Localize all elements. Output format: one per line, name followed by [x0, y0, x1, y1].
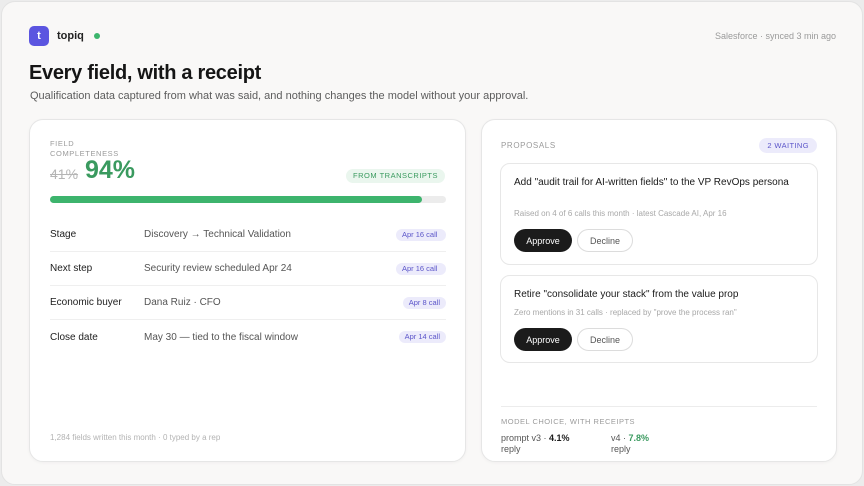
page-subtitle: Qualification data captured from what wa…: [30, 90, 529, 102]
field-label: Next step: [50, 263, 93, 274]
online-status-dot-icon: [93, 33, 100, 39]
field-label: Stage: [50, 229, 77, 240]
decline-button[interactable]: Decline: [577, 328, 633, 351]
field-row-next-step[interactable]: Next step Security review scheduled Apr …: [50, 252, 446, 286]
model-name: v4 ·: [611, 433, 627, 443]
model-metric-unit: reply: [501, 444, 521, 454]
proposal-item: Add "audit trail for AI-written fields" …: [500, 163, 818, 265]
field-label: Close date: [50, 331, 98, 343]
previous-completeness: 41%: [50, 166, 79, 182]
waiting-count-badge: 2 WAITING: [759, 138, 817, 153]
model-reply-rate: 7.8%: [628, 433, 650, 443]
fields-written-footnote: 1,284 fields written this month · 0 type…: [50, 433, 221, 442]
proposal-item: Retire "consolidate your stack" from the…: [500, 275, 818, 363]
model-choice-b: v4 · 7.8% reply: [611, 433, 649, 455]
field-row-economic-buyer[interactable]: Economic buyer Dana Ruiz · CFO Apr 8 cal…: [50, 286, 446, 320]
completeness-progress-bar: [50, 196, 446, 203]
field-row-close-date[interactable]: Close date May 30 — tied to the fiscal w…: [50, 320, 446, 354]
field-value: Security review scheduled Apr 24: [144, 263, 292, 274]
brand: t topiq: [29, 26, 100, 46]
model-choice-label: MODEL CHOICE, WITH RECEIPTS: [501, 417, 636, 426]
proposal-meta: Raised on 4 of 6 calls this month · late…: [514, 209, 727, 218]
app-window: t topiq Salesforce · synced 3 min ago Ev…: [1, 1, 863, 485]
proposal-actions: Approve Decline: [514, 328, 633, 351]
current-completeness: 94%: [85, 156, 136, 184]
model-reply-rate: 4.1%: [549, 433, 570, 443]
field-list: Stage Discovery → Technical Validation A…: [50, 218, 446, 354]
call-receipt-badge[interactable]: Apr 16 call: [396, 228, 446, 241]
model-name: prompt v3 ·: [501, 433, 547, 443]
proposal-meta: Zero mentions in 31 calls · replaced by …: [514, 308, 737, 317]
call-receipt-badge[interactable]: Apr 16 call: [396, 262, 446, 275]
field-value: Dana Ruiz · CFO: [144, 297, 221, 308]
source-badge: FROM TRANSCRIPTS: [346, 169, 445, 183]
completeness-progress-fill: [50, 196, 423, 203]
field-completeness-card: FIELD COMPLETENESS 41% 94% FROM TRANSCRI…: [29, 119, 466, 462]
model-choice-a: prompt v3 · 4.1% reply: [501, 433, 570, 455]
brand-name: topiq: [57, 30, 84, 42]
proposals-label: PROPOSALS: [501, 141, 556, 150]
approve-button[interactable]: Approve: [514, 328, 572, 351]
sync-status: Salesforce · synced 3 min ago: [714, 31, 836, 41]
divider: [501, 406, 817, 407]
proposal-title: Retire "consolidate your stack" from the…: [514, 289, 739, 300]
field-label: Economic buyer: [50, 297, 122, 308]
page-title: Every field, with a receipt: [29, 62, 261, 84]
decline-button[interactable]: Decline: [577, 229, 633, 252]
call-receipt-badge[interactable]: Apr 8 call: [402, 296, 446, 309]
call-receipt-badge[interactable]: Apr 14 call: [398, 331, 446, 343]
field-value: Discovery → Technical Validation: [144, 229, 291, 240]
proposals-card: PROPOSALS 2 WAITING Add "audit trail for…: [481, 119, 837, 462]
field-row-stage[interactable]: Stage Discovery → Technical Validation A…: [50, 218, 446, 252]
model-metric-unit: reply: [611, 444, 631, 454]
proposal-title: Add "audit trail for AI-written fields" …: [514, 177, 789, 188]
proposal-actions: Approve Decline: [514, 229, 633, 252]
topiq-logo-icon: t: [29, 26, 49, 46]
approve-button[interactable]: Approve: [514, 229, 572, 252]
field-value: May 30 — tied to the fiscal window: [144, 331, 298, 343]
